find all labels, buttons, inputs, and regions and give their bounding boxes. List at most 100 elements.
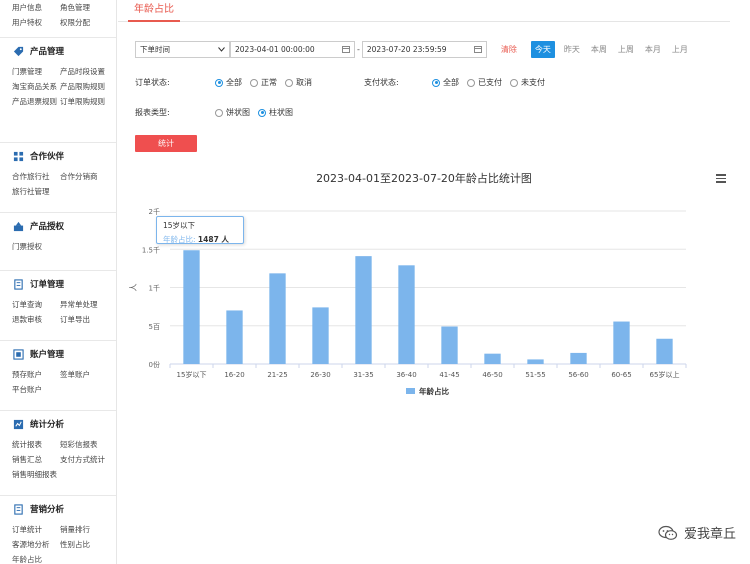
pay-status-unpaid-radio[interactable]: 未支付 <box>510 77 545 88</box>
calendar-icon[interactable] <box>342 46 350 53</box>
start-date-input[interactable]: 2023-04-01 00:00:00 <box>230 41 355 58</box>
legend-swatch[interactable] <box>406 388 415 394</box>
sidebar-link[interactable]: 退款审核 <box>12 314 60 325</box>
order-status-normal-radio[interactable]: 正常 <box>250 77 277 88</box>
time-type-select[interactable]: 下单时间 <box>135 41 230 58</box>
sidebar-link[interactable]: 淘宝商品关系 <box>12 81 60 92</box>
bar[interactable] <box>355 256 372 364</box>
sidebar-section: 产品管理门票管理 产品时段设置 淘宝商品关系 产品限购规则 产品退票规则 订单限购规则 <box>0 37 116 142</box>
watermark-text: 爱我章丘 <box>683 527 736 542</box>
sidebar-link[interactable]: 门票管理 <box>12 66 60 77</box>
sidebar-link[interactable]: 异常单处理 <box>60 299 108 310</box>
sidebar-section-header[interactable]: 账户管理 <box>0 341 116 367</box>
sidebar-link[interactable]: 短彩信报表 <box>60 439 108 450</box>
sidebar-link[interactable]: 性别占比 <box>60 539 108 550</box>
sidebar-link[interactable]: 签单账户 <box>60 369 108 380</box>
calendar-icon[interactable] <box>473 46 482 53</box>
report-type-bar-radio[interactable]: 柱状图 <box>258 107 293 118</box>
sidebar-link[interactable]: 订单查询 <box>12 299 60 310</box>
bar[interactable] <box>226 310 243 364</box>
sidebar-section-title: 合作伙伴 <box>30 152 65 162</box>
sidebar-section-header[interactable]: 合作伙伴 <box>0 143 116 169</box>
sidebar-section: 统计分析统计报表 短彩信报表 销售汇总 支付方式统计 销售明细报表 <box>0 410 116 495</box>
partner-icon <box>12 150 24 162</box>
quick-this-month-button[interactable]: 本月 <box>643 41 663 58</box>
bar[interactable] <box>656 338 673 364</box>
sidebar-section-title: 账户管理 <box>30 350 65 360</box>
end-date-value: 2023-07-20 23:59:59 <box>366 45 447 54</box>
sidebar-link[interactable]: 旅行社管理 <box>12 186 60 197</box>
sidebar-link[interactable]: 门票授权 <box>12 241 60 252</box>
bar[interactable] <box>570 352 587 364</box>
tooltip-series: 年龄占比: <box>163 235 196 244</box>
sidebar-link[interactable]: 订单限购规则 <box>60 96 108 107</box>
sidebar-link[interactable]: 销售明细报表 <box>12 469 60 480</box>
statistics-button[interactable]: 统计 <box>135 135 197 152</box>
grant-icon <box>12 220 24 232</box>
order-status-all-radio[interactable]: 全部 <box>215 77 242 88</box>
y-tick-label: 0份 <box>149 360 160 369</box>
sidebar-link[interactable]: 合作旅行社 <box>12 171 60 182</box>
sidebar-section: 订单管理订单查询 异常单处理 退款审核 订单导出 <box>0 270 116 340</box>
legend-label[interactable]: 年龄占比 <box>419 386 449 396</box>
sidebar-link[interactable]: 年龄占比 <box>12 554 60 564</box>
bar[interactable] <box>484 353 501 364</box>
sidebar-link[interactable]: 订单统计 <box>12 524 60 535</box>
bar[interactable] <box>312 307 329 364</box>
quick-today-button[interactable]: 今天 <box>530 41 555 58</box>
sidebar-section-title: 产品授权 <box>30 222 65 232</box>
date-filter-row: 下单时间 2023-04-01 00:00:00 - 2023-07-20 23… <box>135 41 690 58</box>
x-tick-label: 15岁以下 <box>177 370 207 379</box>
report-type-pie-radio[interactable]: 饼状图 <box>215 107 250 118</box>
sidebar-section-title: 产品管理 <box>30 47 65 57</box>
bar[interactable] <box>613 321 630 364</box>
bar[interactable] <box>527 359 544 364</box>
bar[interactable] <box>398 265 415 364</box>
x-tick-label: 60-65 <box>611 371 631 379</box>
bar[interactable] <box>269 273 286 364</box>
sidebar-link[interactable]: 角色管理 <box>60 2 108 13</box>
marketing-icon <box>12 503 24 515</box>
sidebar-link[interactable]: 预存账户 <box>12 369 60 380</box>
clear-button[interactable]: 清除 <box>501 44 517 55</box>
sidebar-link[interactable]: 产品退票规则 <box>12 96 60 107</box>
sidebar-section-header[interactable]: 营销分析 <box>0 496 116 522</box>
order-status-cancel-radio[interactable]: 取消 <box>285 77 312 88</box>
quick-this-week-button[interactable]: 本周 <box>589 41 609 58</box>
bar[interactable] <box>183 250 200 364</box>
tooltip-value: 1487 人 <box>197 235 229 244</box>
end-date-input[interactable]: 2023-07-20 23:59:59 <box>361 41 487 58</box>
sidebar-link[interactable]: 平台账户 <box>12 384 60 395</box>
sidebar-link[interactable]: 客源地分析 <box>12 539 60 550</box>
sidebar-link[interactable]: 支付方式统计 <box>60 454 108 465</box>
sidebar-link[interactable]: 用户信息 <box>12 2 60 13</box>
quick-last-month-button[interactable]: 上月 <box>670 41 690 58</box>
sidebar-link[interactable]: 订单导出 <box>60 314 108 325</box>
pay-status-paid-radio[interactable]: 已支付 <box>467 77 502 88</box>
sidebar-link[interactable]: 产品限购规则 <box>60 81 108 92</box>
sidebar-link[interactable]: 权限分配 <box>60 17 108 28</box>
account-icon <box>12 348 24 360</box>
sidebar-section-title: 统计分析 <box>30 420 65 430</box>
quick-last-week-button[interactable]: 上周 <box>616 41 636 58</box>
tab-age-ratio[interactable]: 年龄占比 <box>128 0 180 22</box>
wechat-icon <box>658 525 678 540</box>
sidebar-link[interactable]: 用户特权 <box>12 17 60 28</box>
sidebar-section-header[interactable]: 统计分析 <box>0 411 116 437</box>
x-tick-label: 41-45 <box>439 371 459 379</box>
sidebar-link[interactable]: 合作分销商 <box>60 171 108 182</box>
pay-status-all-radio[interactable]: 全部 <box>432 77 459 88</box>
sidebar-link[interactable]: 产品时段设置 <box>60 66 108 77</box>
date-separator: - <box>357 45 360 54</box>
bar[interactable] <box>441 326 458 364</box>
y-tick-label: 1千 <box>149 284 160 293</box>
sidebar-section-header[interactable]: 产品管理 <box>0 38 116 64</box>
start-date-value: 2023-04-01 00:00:00 <box>235 45 315 54</box>
sidebar-link[interactable]: 销量排行 <box>60 524 108 535</box>
sidebar-section-header[interactable]: 产品授权 <box>0 213 116 239</box>
sidebar-section-header[interactable]: 订单管理 <box>0 271 116 297</box>
sidebar-link[interactable]: 销售汇总 <box>12 454 60 465</box>
bar-chart: 0份 5百 1千 1.5千 2千人 15岁以下 16-20 21-25 26-30 31-35 36… <box>129 207 687 396</box>
quick-yesterday-button[interactable]: 昨天 <box>562 41 582 58</box>
sidebar-link[interactable]: 统计报表 <box>12 439 60 450</box>
